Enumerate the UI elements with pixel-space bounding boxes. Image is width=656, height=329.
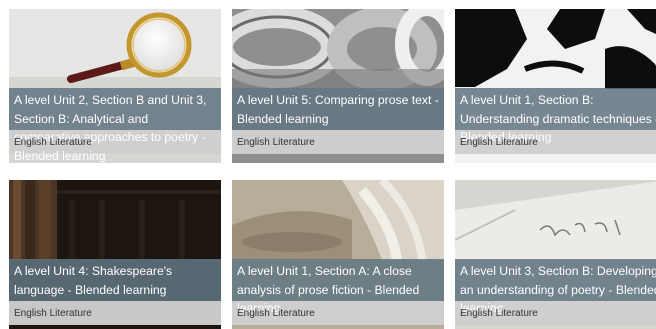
card-subject: English Literature (237, 137, 315, 148)
card-subject: English Literature (460, 137, 538, 148)
resource-card[interactable]: A level Unit 5: Comparing prose text - B… (232, 9, 444, 163)
resource-card[interactable]: A level Unit 3, Section B: Developing an… (455, 180, 656, 329)
resource-card[interactable]: A level Unit 4: Shakespeare's language -… (9, 180, 221, 329)
card-title[interactable]: A level Unit 5: Comparing prose text - B… (237, 91, 440, 128)
card-title[interactable]: A level Unit 4: Shakespeare's language -… (14, 262, 217, 299)
resource-card[interactable]: A level Unit 1, Section B: Understanding… (455, 9, 656, 163)
card-subject: English Literature (237, 308, 315, 319)
card-title[interactable]: A level Unit 2, Section B and Unit 3, Se… (14, 91, 217, 163)
resource-card[interactable]: A level Unit 1, Section A: A close analy… (232, 180, 444, 329)
card-subject: English Literature (14, 308, 92, 319)
card-subject: English Literature (460, 308, 538, 319)
card-subject: English Literature (14, 137, 92, 148)
resource-card[interactable]: A level Unit 2, Section B and Unit 3, Se… (9, 9, 221, 163)
